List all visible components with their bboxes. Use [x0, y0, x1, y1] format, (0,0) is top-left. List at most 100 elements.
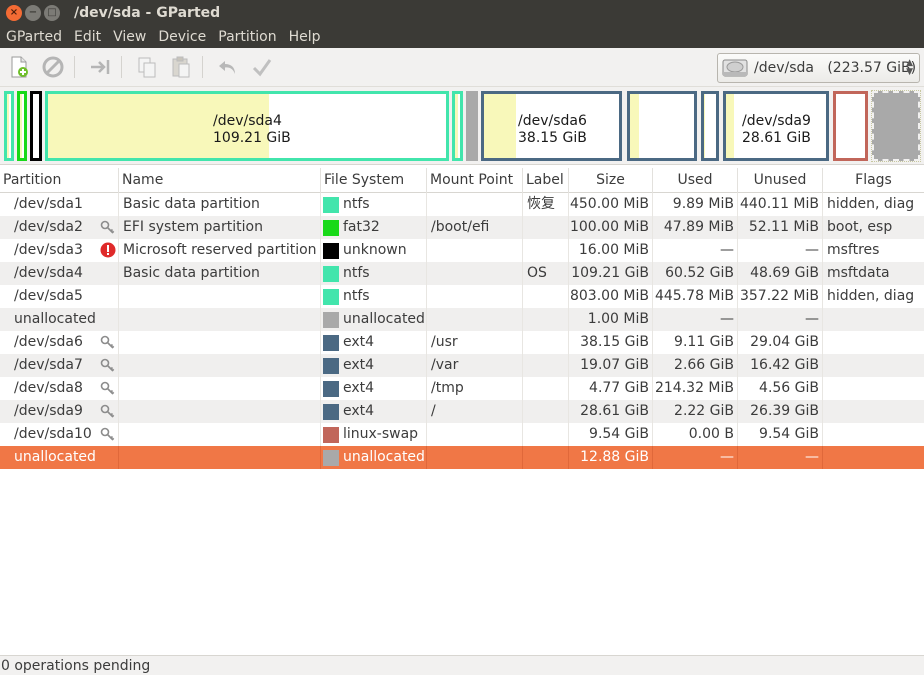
copy-icon: [138, 57, 156, 78]
cell-mount-point: [427, 285, 523, 308]
toolbar-separator: [74, 56, 75, 78]
partition-table: Partition Name File System Mount Point L…: [0, 168, 924, 469]
undo-button[interactable]: [213, 52, 243, 82]
map-partition-sda1[interactable]: [4, 91, 14, 161]
column-header-mount-point[interactable]: Mount Point: [427, 168, 523, 193]
map-partition-sda5[interactable]: [452, 91, 463, 161]
cell-size: 803.00 MiB: [569, 285, 653, 308]
device-selector[interactable]: /dev/sda (223.57 GiB) ▲ ▼: [717, 53, 920, 83]
menu-bar: GParted Edit View Device Partition Help: [0, 25, 924, 48]
cell-name: [119, 400, 321, 423]
table-row[interactable]: /dev/sda8 ext4/tmp 4.77 GiB 214.32 MiB 4.56 …: [0, 377, 924, 400]
cell-file-system: unknown: [321, 239, 427, 262]
map-unallocated-2[interactable]: [871, 90, 921, 162]
cell-unused: —: [738, 308, 823, 331]
map-partition-sda6-name: /dev/sda6: [518, 113, 587, 129]
table-header: Partition Name File System Mount Point L…: [0, 168, 924, 193]
table-row[interactable]: /dev/sda6 ext4/usr 38.15 GiB 9.11 GiB 29.04 …: [0, 331, 924, 354]
cell-partition: /dev/sda1: [0, 193, 119, 216]
cell-file-system: ntfs: [321, 285, 427, 308]
map-partition-sda2[interactable]: [17, 91, 27, 161]
apply-button[interactable]: [247, 52, 277, 82]
cell-flags: [823, 377, 924, 400]
table-row[interactable]: /dev/sda4 Basic data partition ntfs OS 109.2…: [0, 262, 924, 285]
menu-device[interactable]: Device: [152, 29, 212, 45]
table-row[interactable]: unallocated unallocated 1.00 MiB — —: [0, 308, 924, 331]
toolbar-separator: [121, 56, 122, 78]
table-row[interactable]: unallocated unallocated 12.88 GiB — —: [0, 446, 924, 469]
cell-name: Basic data partition: [119, 262, 321, 285]
cell-flags: msftdata: [827, 265, 890, 281]
table-row[interactable]: /dev/sda3 Microsoft reserved partition unk…: [0, 239, 924, 262]
maximize-window-button[interactable]: □: [44, 4, 60, 21]
cell-mount-point: /usr: [427, 331, 523, 354]
table-row[interactable]: /dev/sda2 EFI system partition fat32/boot/…: [0, 216, 924, 239]
resize-move-button[interactable]: [85, 52, 115, 82]
menu-partition[interactable]: Partition: [212, 29, 282, 45]
cell-used: 2.22 GiB: [653, 400, 738, 423]
table-row[interactable]: /dev/sda7 ext4/var 19.07 GiB 2.66 GiB 16.42 …: [0, 354, 924, 377]
map-partition-sda4[interactable]: /dev/sda4 109.21 GiB: [45, 91, 449, 161]
file-system-color-swatch: [323, 311, 339, 328]
map-partition-sda10[interactable]: [833, 91, 868, 161]
column-header-unused[interactable]: Unused: [738, 168, 823, 193]
cell-used: 9.11 GiB: [653, 331, 738, 354]
cell-partition: /dev/sda9: [0, 400, 119, 423]
map-partition-sda6[interactable]: /dev/sda6 38.15 GiB: [481, 91, 622, 161]
column-header-used[interactable]: Used: [653, 168, 738, 193]
file-system-color-swatch: [323, 449, 339, 466]
column-header-size[interactable]: Size: [569, 168, 653, 193]
cell-unused: 4.56 GiB: [738, 377, 823, 400]
table-row[interactable]: /dev/sda9 ext4/ 28.61 GiB 2.22 GiB 26.39 GiB: [0, 400, 924, 423]
paste-button[interactable]: [166, 52, 196, 82]
cell-flags: [823, 446, 924, 469]
table-row[interactable]: /dev/sda5 ntfs 803.00 MiB 445.78 MiB 357.22 …: [0, 285, 924, 308]
cell-unused: 29.04 GiB: [738, 331, 823, 354]
cell-file-system: ext4: [321, 354, 427, 377]
copy-button[interactable]: [132, 52, 162, 82]
cell-unused: 9.54 GiB: [738, 423, 823, 446]
map-partition-sda7[interactable]: [627, 91, 697, 161]
cell-used: 9.89 MiB: [653, 193, 738, 216]
cell-unused: —: [738, 446, 823, 469]
map-partition-sda3[interactable]: [30, 91, 42, 161]
menu-help[interactable]: Help: [283, 29, 327, 45]
menu-view[interactable]: View: [107, 29, 152, 45]
minimize-window-button[interactable]: −: [25, 4, 41, 21]
cell-used: 47.89 MiB: [653, 216, 738, 239]
cell-name: [119, 285, 321, 308]
column-header-file-system[interactable]: File System: [321, 168, 427, 193]
table-row[interactable]: /dev/sda1 Basic data partition ntfs 恢复 450.0…: [0, 193, 924, 216]
cell-flags: hidden, diag: [827, 288, 915, 304]
delete-icon: [42, 56, 64, 78]
window-title: /dev/sda - GParted: [74, 4, 221, 21]
cell-partition: /dev/sda10: [0, 423, 119, 446]
cell-name: [119, 377, 321, 400]
table-body: /dev/sda1 Basic data partition ntfs 恢复 450.0…: [0, 193, 924, 469]
column-header-flags[interactable]: Flags: [823, 168, 924, 193]
cell-name: [119, 308, 321, 331]
close-window-button[interactable]: ×: [6, 4, 22, 21]
cell-label: [523, 354, 569, 377]
key-icon: [100, 357, 116, 373]
column-header-name[interactable]: Name: [119, 168, 321, 193]
column-header-partition[interactable]: Partition: [0, 168, 119, 193]
file-system-color-swatch: [323, 357, 339, 374]
map-unallocated-1[interactable]: [466, 91, 478, 161]
table-row[interactable]: /dev/sda10 linux-swap 9.54 GiB 0.00 B 9.54 G…: [0, 423, 924, 446]
new-partition-button[interactable]: [4, 52, 34, 82]
cell-mount-point: [427, 239, 523, 262]
file-system-color-swatch: [323, 219, 339, 236]
menu-edit[interactable]: Edit: [68, 29, 107, 45]
cell-mount-point: /tmp: [427, 377, 523, 400]
map-partition-sda9[interactable]: /dev/sda9 28.61 GiB: [723, 91, 829, 161]
cell-partition: unallocated: [0, 308, 119, 331]
delete-partition-button[interactable]: [38, 52, 68, 82]
cell-size: 100.00 MiB: [569, 216, 653, 239]
map-partition-sda9-name: /dev/sda9: [742, 113, 811, 129]
map-partition-sda8[interactable]: [701, 91, 719, 161]
warning-icon: [100, 242, 116, 258]
cell-partition: /dev/sda8: [0, 377, 119, 400]
column-header-label[interactable]: Label: [523, 168, 569, 193]
menu-gparted[interactable]: GParted: [0, 29, 68, 45]
